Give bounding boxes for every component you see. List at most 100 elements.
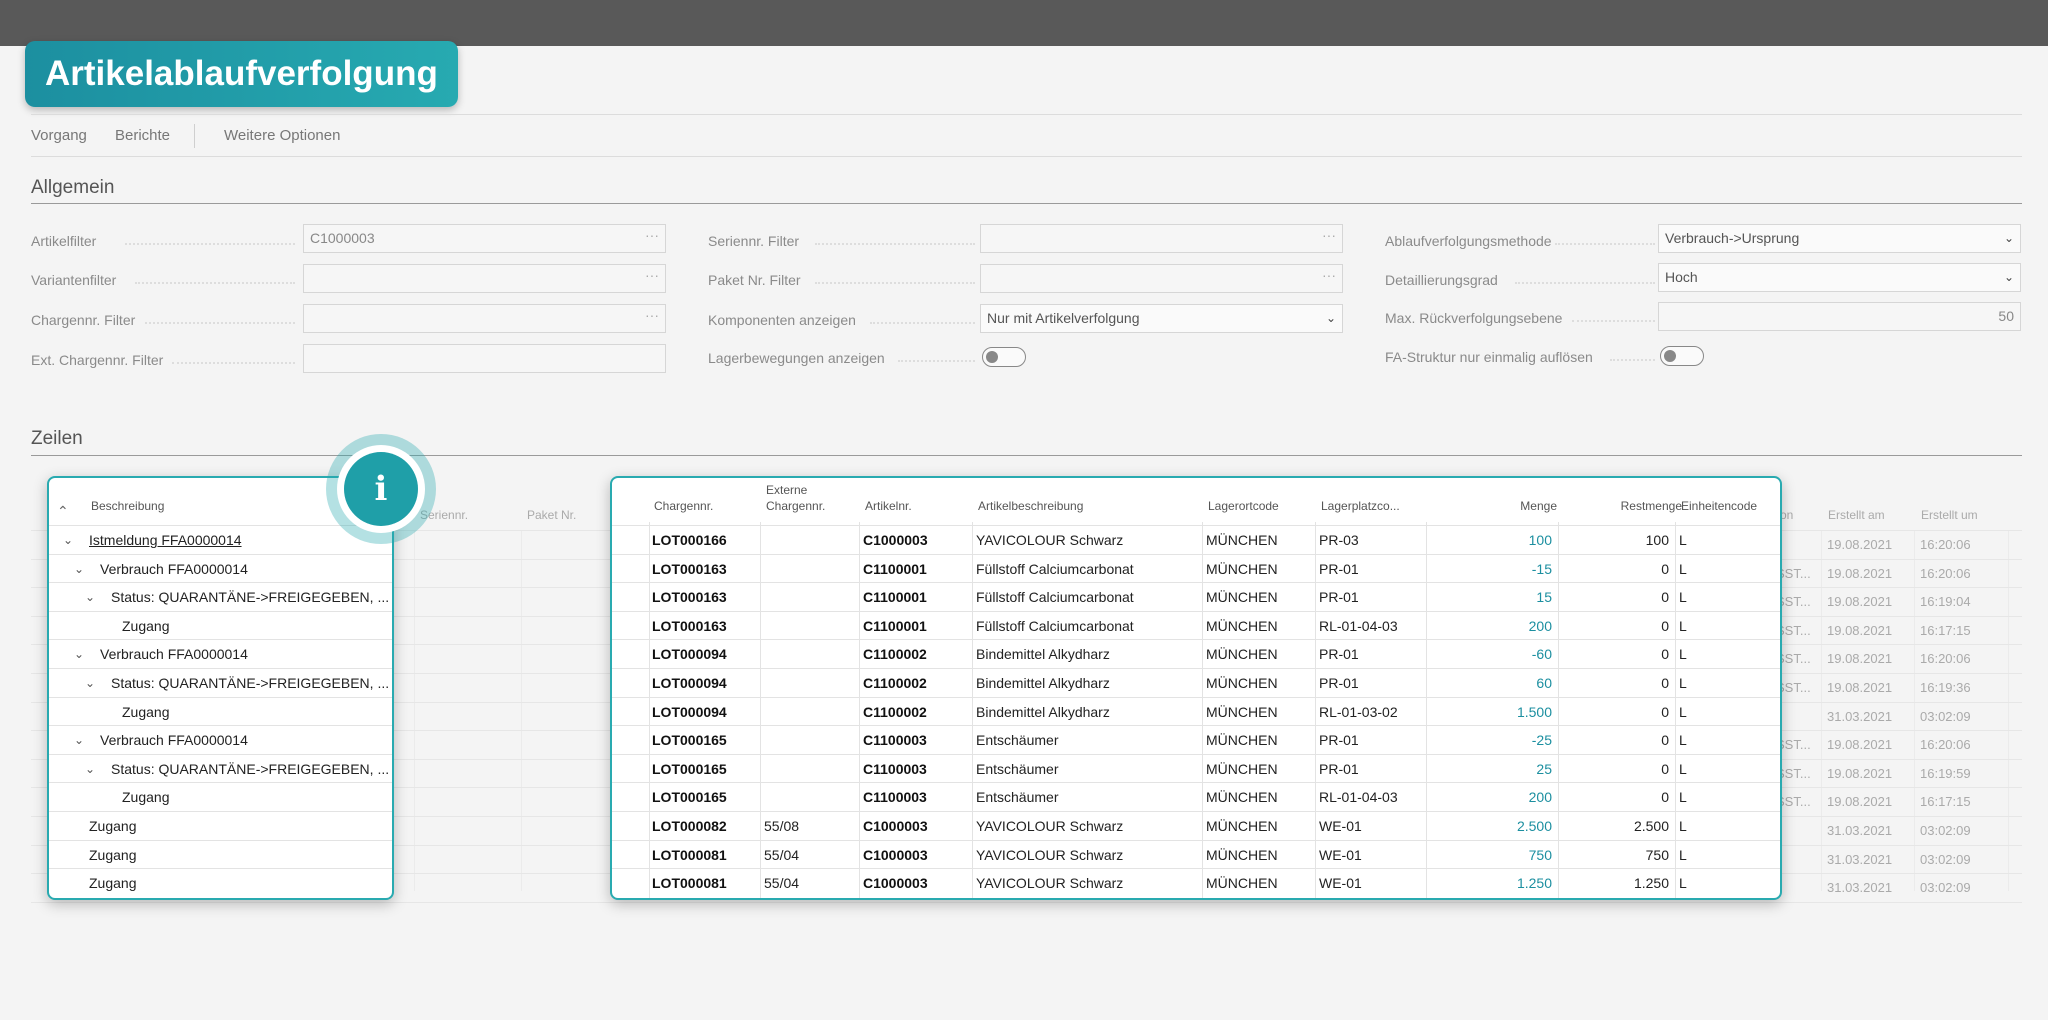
table-row[interactable]: LOT000094 C1100002 Bindemittel Alkydharz MÜ… [612, 639, 1780, 668]
artikelfilter-input[interactable]: C1000003 ··· [303, 224, 666, 253]
action-separator [194, 124, 195, 148]
table-row[interactable]: LOT000094 C1100002 Bindemittel Alkydharz MÜ… [612, 668, 1780, 697]
cell-externe-chargennr [764, 612, 858, 640]
ellipsis-icon[interactable]: ··· [1322, 262, 1336, 289]
chevron-down-icon: ⌄ [2003, 270, 2014, 284]
section-title-zeilen: Zeilen [31, 428, 83, 449]
cell-menge: 200 [1528, 789, 1552, 806]
action-vorgang[interactable]: Vorgang [31, 127, 87, 144]
tree-row[interactable]: ⌄ Verbrauch FFA0000014 [49, 639, 392, 668]
cell-externe-chargennr [764, 726, 858, 754]
column-divider [2008, 530, 2009, 891]
tree-row[interactable]: ⌄ Verbrauch FFA0000014 [49, 553, 392, 583]
cell-lagerortcode: MÜNCHEN [1206, 703, 1278, 720]
header-externe-chargennr: Chargennr. [766, 499, 826, 513]
collapse-all-icon[interactable]: ⌃ [57, 504, 69, 519]
tree-row-label: Zugang [89, 846, 137, 863]
ext-chargennr-filter-input[interactable] [303, 344, 666, 373]
background-cell-erstellt-um: 16:19:36 [1920, 680, 1971, 695]
cell-chargennr: LOT000163 [652, 589, 727, 606]
tree-row[interactable]: ⌄ Verbrauch FFA0000014 [49, 725, 392, 754]
chevron-down-icon[interactable]: ⌄ [85, 669, 95, 697]
chevron-down-icon[interactable]: ⌄ [63, 526, 73, 554]
table-row[interactable]: LOT000166 C1000003 YAVICOLOUR Schwarz MÜNCH… [612, 525, 1780, 554]
cell-lagerortcode: MÜNCHEN [1206, 818, 1278, 834]
cell-einheitencode: L [1679, 732, 1687, 749]
ellipsis-icon[interactable]: ··· [645, 302, 659, 329]
lagerbewegungen-toggle[interactable] [982, 347, 1026, 367]
column-divider [414, 530, 415, 891]
fa-struktur-toggle[interactable] [1660, 346, 1704, 366]
background-cell-erstellt-um: 16:19:59 [1920, 765, 1971, 781]
cell-restmenge: 100 [1645, 532, 1669, 548]
chevron-down-icon[interactable]: ⌄ [74, 726, 84, 754]
table-row[interactable]: LOT000082 55/08 C1000003 YAVICOLOUR Schwarz… [612, 811, 1780, 840]
cell-lagerortcode: MÜNCHEN [1206, 617, 1278, 634]
cell-externe-chargennr [764, 555, 858, 583]
cell-artikelnr: C1100001 [863, 589, 927, 606]
ellipsis-icon[interactable]: ··· [645, 222, 659, 249]
tree-row[interactable]: ⌄ Status: QUARANTÄNE->FREIGEGEBEN, ... [49, 753, 392, 783]
label-dots [898, 360, 975, 363]
chevron-down-icon[interactable]: ⌄ [74, 555, 84, 583]
tree-row[interactable]: Zugang [49, 839, 392, 869]
tree-row[interactable]: ⌄ Status: QUARANTÄNE->FREIGEGEBEN, ... [49, 582, 392, 611]
toggle-knob [986, 351, 998, 363]
variantenfilter-input[interactable]: ··· [303, 264, 666, 293]
chevron-down-icon: ⌄ [1325, 311, 1336, 325]
label-dots [815, 282, 975, 285]
max-rueckverfolgungsebene-input[interactable]: 50 [1658, 302, 2021, 331]
tree-row[interactable]: Zugang [49, 610, 392, 640]
tree-row-label: Zugang [122, 703, 170, 720]
table-row[interactable]: LOT000165 C1100003 Entschäumer MÜNCHEN PR-01… [612, 753, 1780, 783]
action-berichte[interactable]: Berichte [115, 127, 170, 144]
chevron-down-icon[interactable]: ⌄ [85, 755, 95, 783]
background-cell-erstellt-am: 31.03.2021 [1827, 823, 1893, 838]
tree-row[interactable]: ⌄ Istmeldung FFA0000014 [49, 525, 392, 554]
background-cell-erstellt-um: 16:20:06 [1920, 737, 1971, 753]
header-artikelnr: Artikelnr. [865, 499, 912, 513]
seriennr-filter-input[interactable]: ··· [980, 224, 1343, 253]
chevron-down-icon[interactable]: ⌄ [74, 640, 84, 668]
detaillierungsgrad-select[interactable]: Hoch ⌄ [1658, 263, 2021, 292]
label-dots [815, 243, 975, 246]
background-cell-erstellt-am: 19.08.2021 [1827, 537, 1893, 552]
tree-row[interactable]: ⌄ Status: QUARANTÄNE->FREIGEGEBEN, ... [49, 668, 392, 697]
tree-row[interactable]: Zugang [49, 811, 392, 840]
cell-artikelbeschreibung: Entschäumer [976, 732, 1059, 749]
table-row[interactable]: LOT000163 C1100001 Füllstoff Calciumcarbon… [612, 553, 1780, 583]
cell-externe-chargennr [764, 526, 858, 554]
action-weitere-optionen[interactable]: Weitere Optionen [224, 127, 340, 144]
table-row[interactable]: LOT000163 C1100001 Füllstoff Calciumcarbon… [612, 582, 1780, 611]
cell-einheitencode: L [1679, 560, 1687, 577]
cell-menge: 750 [1528, 846, 1552, 863]
chargennr-filter-input[interactable]: ··· [303, 304, 666, 333]
chargennr-filter-label: Chargennr. Filter [31, 312, 136, 328]
table-row[interactable]: LOT000163 C1100001 Füllstoff Calciumcarbon… [612, 610, 1780, 640]
background-cell-erstellt-am: 31.03.2021 [1827, 880, 1893, 896]
tree-row-label: Istmeldung FFA0000014 [89, 532, 242, 548]
tree-row[interactable]: Zugang [49, 696, 392, 726]
table-row[interactable]: LOT000081 55/04 C1000003 YAVICOLOUR Schwarz… [612, 868, 1780, 897]
table-row[interactable]: LOT000165 C1100003 Entschäumer MÜNCHEN PR-01… [612, 725, 1780, 754]
cell-lagerortcode: MÜNCHEN [1206, 589, 1278, 606]
chevron-down-icon[interactable]: ⌄ [85, 583, 95, 611]
ellipsis-icon[interactable]: ··· [1322, 222, 1336, 249]
background-cell-erstellt-um: 03:02:09 [1920, 851, 1971, 867]
table-row[interactable]: LOT000165 C1100003 Entschäumer MÜNCHEN RL-01… [612, 782, 1780, 811]
table-row[interactable]: LOT000094 C1100002 Bindemittel Alkydharz MÜ… [612, 696, 1780, 726]
cell-artikelnr: C1000003 [863, 875, 928, 892]
komponenten-anzeigen-select[interactable]: Nur mit Artikelverfolgung ⌄ [980, 304, 1343, 333]
cell-restmenge: 0 [1661, 560, 1669, 577]
table-row[interactable]: LOT000081 55/04 C1000003 YAVICOLOUR Schwarz… [612, 839, 1780, 869]
cell-menge: -15 [1531, 560, 1552, 577]
tree-row[interactable]: Zugang [49, 782, 392, 811]
ablaufverfolgungsmethode-select[interactable]: Verbrauch->Ursprung ⌄ [1658, 224, 2021, 253]
background-cell-erstellt-am: 19.08.2021 [1827, 594, 1893, 610]
paket-nr-filter-input[interactable]: ··· [980, 264, 1343, 293]
header-paket-nr: Paket Nr. [527, 508, 577, 522]
ellipsis-icon[interactable]: ··· [645, 262, 659, 289]
tree-row[interactable]: Zugang [49, 868, 392, 897]
cell-artikelnr: C1100003 [863, 789, 927, 806]
cell-restmenge: 0 [1661, 617, 1669, 634]
